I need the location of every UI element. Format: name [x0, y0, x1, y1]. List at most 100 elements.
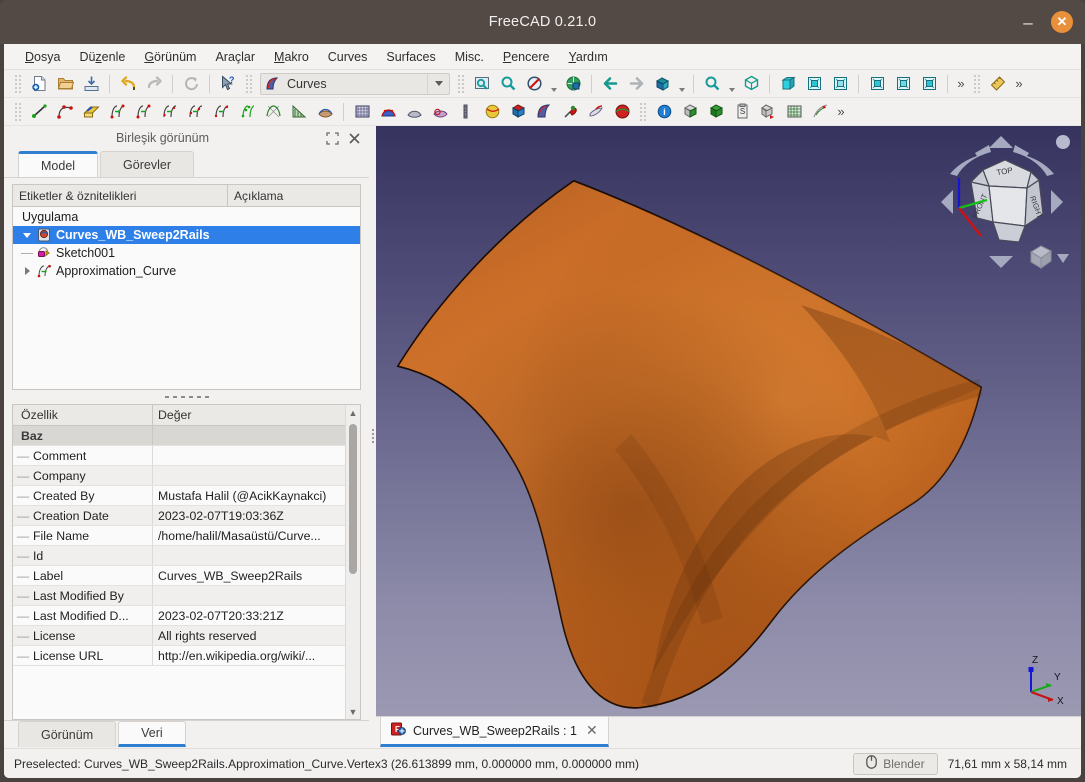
extract-icon[interactable]: [78, 100, 104, 124]
property-row[interactable]: — License All rights reserved: [13, 626, 345, 646]
tree-item-sketch001[interactable]: Sketch001: [13, 244, 360, 262]
property-value[interactable]: [153, 546, 345, 565]
bspline-icon[interactable]: [52, 100, 78, 124]
chevron-up-icon[interactable]: ▲: [346, 405, 360, 420]
document-tab[interactable]: F Curves_WB_Sweep2Rails : 1 ✕: [380, 717, 609, 747]
top-view-icon[interactable]: [801, 72, 827, 96]
back-icon[interactable]: [597, 72, 623, 96]
property-value[interactable]: [153, 446, 345, 465]
open-document-icon[interactable]: [52, 72, 78, 96]
close-icon[interactable]: ✕: [584, 722, 600, 739]
rear-view-icon[interactable]: [864, 72, 890, 96]
property-value[interactable]: [153, 586, 345, 605]
export-box-icon[interactable]: [755, 100, 781, 124]
measure-toolbar-grip[interactable]: [973, 73, 981, 94]
paste-icon[interactable]: [583, 100, 609, 124]
save-document-icon[interactable]: [78, 72, 104, 96]
box-element-icon[interactable]: [677, 100, 703, 124]
menu-makro[interactable]: Makro: [265, 47, 318, 67]
curves-toolbar-grip[interactable]: [14, 101, 22, 122]
zoom-fit-selection-icon[interactable]: [495, 72, 521, 96]
solid-icon[interactable]: [505, 100, 531, 124]
undo-icon[interactable]: [115, 72, 141, 96]
property-row[interactable]: — Last Modified D... 2023-02-07T20:33:21Z: [13, 606, 345, 626]
property-row[interactable]: — Comment: [13, 446, 345, 466]
refresh-icon[interactable]: [178, 72, 204, 96]
pin-icon[interactable]: [557, 100, 583, 124]
workbench-dropdown-arrow[interactable]: [427, 73, 449, 94]
menu-surfaces[interactable]: Surfaces: [377, 47, 444, 67]
tab-gorunum[interactable]: Görünüm: [18, 721, 117, 747]
property-row[interactable]: — Label Curves_WB_Sweep2Rails: [13, 566, 345, 586]
3d-viewport[interactable]: TOP FRONT RIGHT Z Y X: [376, 126, 1081, 716]
property-value[interactable]: /home/halil/Masaüstü/Curve...: [153, 526, 345, 545]
scrollbar-thumb[interactable]: [349, 424, 357, 574]
join-curve-icon[interactable]: [104, 100, 130, 124]
tree-column-description[interactable]: Açıklama: [228, 185, 360, 206]
front-view-icon[interactable]: [775, 72, 801, 96]
workbench-selector[interactable]: Curves: [260, 72, 450, 95]
sweep2rails-icon[interactable]: [375, 100, 401, 124]
toolbar-overflow-1[interactable]: »: [953, 72, 969, 96]
gordon-surface-icon[interactable]: [349, 100, 375, 124]
property-column-value[interactable]: Değer: [153, 405, 345, 425]
workbench-toolbar-grip[interactable]: [245, 73, 253, 94]
toolbar-overflow-3[interactable]: »: [833, 100, 849, 124]
interpolate-icon[interactable]: [208, 100, 234, 124]
property-value[interactable]: All rights reserved: [153, 626, 345, 645]
menu-curves[interactable]: Curves: [319, 47, 377, 67]
property-group-baz[interactable]: Baz: [13, 426, 345, 446]
chevron-down-icon[interactable]: ▼: [346, 704, 360, 719]
property-value[interactable]: Mustafa Halil (@AcikKaynakci): [153, 486, 345, 505]
scrollbar-track[interactable]: [346, 420, 360, 704]
line-icon[interactable]: [26, 100, 52, 124]
navigation-style-button[interactable]: Blender: [853, 752, 938, 775]
zebra-icon[interactable]: [260, 100, 286, 124]
property-row[interactable]: — License URL http://en.wikipedia.org/wik…: [13, 646, 345, 666]
sublink-icon[interactable]: [453, 100, 479, 124]
clipboard-icon[interactable]: S: [729, 100, 755, 124]
tab-model[interactable]: Model: [18, 151, 99, 177]
menu-dosya[interactable]: Dosya: [16, 47, 69, 67]
menu-pencere[interactable]: Pencere: [494, 47, 559, 67]
expand-icon[interactable]: [321, 128, 343, 148]
blend-surface-icon[interactable]: [312, 100, 338, 124]
navigation-cube[interactable]: TOP FRONT RIGHT: [935, 130, 1075, 280]
property-value[interactable]: 2023-02-07T19:03:36Z: [153, 506, 345, 525]
mesh-icon[interactable]: [807, 100, 833, 124]
menu-misc[interactable]: Misc.: [446, 47, 493, 67]
grid-icon[interactable]: [781, 100, 807, 124]
menu-duzenle[interactable]: Düzenle: [70, 47, 134, 67]
menu-gorunum[interactable]: Görünüm: [135, 47, 205, 67]
close-icon[interactable]: [343, 128, 365, 148]
property-column-name[interactable]: Özellik: [13, 405, 153, 425]
freeze-view-icon[interactable]: [649, 72, 675, 96]
toolbar-grip[interactable]: [14, 73, 22, 94]
chevron-down-icon[interactable]: [19, 232, 35, 238]
close-button[interactable]: ✕: [1051, 11, 1073, 33]
property-row[interactable]: — File Name /home/halil/Masaüstü/Curve...: [13, 526, 345, 546]
tab-veri[interactable]: Veri: [118, 721, 186, 747]
property-value[interactable]: http://en.wikipedia.org/wiki/...: [153, 646, 345, 665]
profile-support-icon[interactable]: [427, 100, 453, 124]
vertical-splitter[interactable]: [369, 126, 376, 748]
menu-araclar[interactable]: Araçlar: [206, 47, 264, 67]
discretize-icon[interactable]: [156, 100, 182, 124]
new-document-icon[interactable]: [26, 72, 52, 96]
view-toolbar-grip[interactable]: [457, 73, 465, 94]
misc-toolbar-grip[interactable]: [639, 101, 647, 122]
tree-item-application[interactable]: Uygulama: [13, 208, 360, 226]
bottom-view-icon[interactable]: [890, 72, 916, 96]
left-view-icon[interactable]: [916, 72, 942, 96]
approximate-icon[interactable]: [182, 100, 208, 124]
freeze-view-dropdown[interactable]: [675, 72, 688, 96]
isocurve-icon[interactable]: [286, 100, 312, 124]
chevron-right-icon[interactable]: [19, 267, 35, 275]
forward-icon[interactable]: [623, 72, 649, 96]
property-scrollbar[interactable]: ▲ ▼: [345, 405, 360, 719]
zoom-dropdown[interactable]: [725, 72, 738, 96]
panel-splitter[interactable]: [4, 390, 369, 404]
redo-icon[interactable]: [141, 72, 167, 96]
measure-icon[interactable]: [985, 72, 1011, 96]
property-row[interactable]: — Company: [13, 466, 345, 486]
